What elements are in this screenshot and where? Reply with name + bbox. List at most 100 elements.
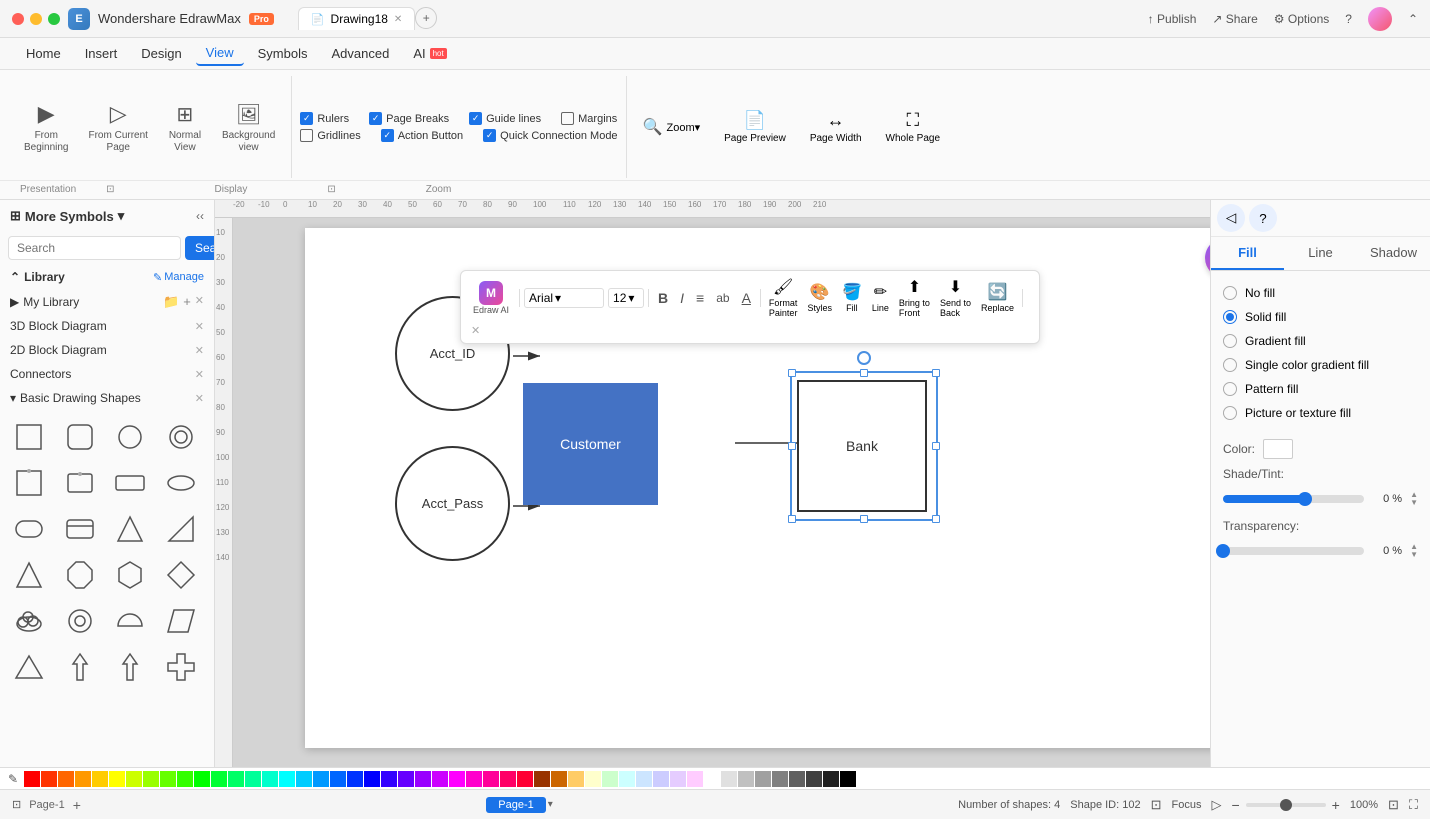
shade-spinner[interactable]: ▲ ▼ [1410,491,1418,507]
shape-stadium[interactable] [8,508,50,550]
color-swatch[interactable] [415,771,431,787]
font-size-selector[interactable]: 12 ▾ [608,288,644,308]
2d-block-close-icon[interactable]: ✕ [195,344,204,357]
connectors-section[interactable]: Connectors ✕ [0,362,214,386]
shape-triangle3[interactable] [8,646,50,688]
page-add-button[interactable]: + [73,797,81,813]
color-swatch[interactable] [143,771,159,787]
palette-edit-icon[interactable]: ✎ [8,772,18,786]
search-input[interactable] [8,236,181,260]
more-symbols-button[interactable]: ⊞ More Symbols ▾ [10,208,124,224]
solid-fill-option[interactable]: Solid fill [1223,305,1418,329]
close-dot[interactable] [12,13,24,25]
single-gradient-option[interactable]: Single color gradient fill [1223,353,1418,377]
play-icon[interactable]: ▷ [1211,797,1221,813]
shape-rect-rounded[interactable] [59,416,101,458]
drawing-tab[interactable]: 📄 Drawing18 ✕ [298,7,415,30]
active-page-tab[interactable]: Page-1 [486,797,545,813]
text-button[interactable]: ab [711,288,734,308]
color-swatch[interactable] [738,771,754,787]
color-swatch[interactable] [262,771,278,787]
quick-connection-checkbox[interactable]: ✓ Quick Connection Mode [483,129,617,142]
color-swatch[interactable] [75,771,91,787]
color-swatch[interactable] [823,771,839,787]
color-swatch[interactable] [347,771,363,787]
page-chevron[interactable]: ▾ [548,799,553,810]
tab-line[interactable]: Line [1284,237,1357,270]
color-swatch[interactable] [653,771,669,787]
shape-parallelogram[interactable] [160,600,202,642]
italic-button[interactable]: I [675,287,689,309]
color-swatch[interactable] [551,771,567,787]
fill-button[interactable]: 🪣 Fill [838,280,866,315]
color-swatch[interactable] [381,771,397,787]
shape-triangle[interactable] [109,508,151,550]
page-preview-button[interactable]: 📄 Page Preview [716,106,794,148]
color-swatch[interactable] [24,771,40,787]
color-swatch[interactable] [398,771,414,787]
color-swatch[interactable] [534,771,550,787]
shape-ring[interactable] [160,416,202,458]
color-swatch[interactable] [177,771,193,787]
shape-wide-rect[interactable] [109,462,151,504]
color-swatch[interactable] [296,771,312,787]
shape-circle[interactable] [109,416,151,458]
bank-shape[interactable]: Bank [797,380,927,512]
page-breaks-checkbox[interactable]: ✓ Page Breaks [369,112,449,125]
shape-oval-wide[interactable] [160,462,202,504]
shape-rect-tab[interactable] [59,508,101,550]
color-swatch[interactable] [517,771,533,787]
zoom-slider-thumb[interactable] [1280,799,1292,811]
replace-button[interactable]: 🔄 Replace [977,280,1018,315]
new-tab-button[interactable]: + [415,7,437,29]
color-swatch[interactable] [806,771,822,787]
customer-shape[interactable]: Customer [523,383,658,505]
zoom-button[interactable]: 🔍 Zoom▾ [635,113,709,141]
shape-semicircle[interactable] [109,600,151,642]
shape-triangle2[interactable] [8,554,50,596]
close-toolbar-icon[interactable]: ✕ [467,322,484,339]
add-icon[interactable]: + [183,294,191,310]
line-button[interactable]: ✏ Line [868,280,893,315]
color-swatch[interactable] [670,771,686,787]
guide-lines-checkbox[interactable]: ✓ Guide lines [469,112,541,125]
tab-shadow[interactable]: Shadow [1357,237,1430,270]
right-panel-help-button[interactable]: ? [1249,204,1277,232]
from-current-page-button[interactable]: ▷ From CurrentPage [80,96,155,158]
send-to-back-button[interactable]: ⬇ Send toBack [936,275,975,320]
color-swatch[interactable] [313,771,329,787]
shape-cross[interactable] [160,646,202,688]
sidebar-toggle-icon[interactable]: ⊡ [12,798,21,811]
gradient-fill-option[interactable]: Gradient fill [1223,329,1418,353]
bold-button[interactable]: B [653,287,673,309]
color-picker-box[interactable] [1263,439,1293,459]
collapse-button[interactable]: ⌃ [1408,12,1418,26]
color-swatch[interactable] [109,771,125,787]
color-swatch[interactable] [279,771,295,787]
whole-page-button[interactable]: ⛶ Whole Page [878,106,948,148]
color-swatch[interactable] [330,771,346,787]
color-swatch[interactable] [721,771,737,787]
action-button-checkbox[interactable]: ✓ Action Button [381,129,463,142]
tab-fill[interactable]: Fill [1211,237,1284,270]
color-swatch[interactable] [602,771,618,787]
color-swatch[interactable] [772,771,788,787]
page-width-button[interactable]: ↔ Page Width [802,106,870,148]
shape-circle-ring[interactable] [59,600,101,642]
minimize-dot[interactable] [30,13,42,25]
color-swatch[interactable] [211,771,227,787]
shape-octagon[interactable] [59,554,101,596]
menu-home[interactable]: Home [16,42,71,65]
shade-slider-track[interactable] [1223,495,1364,503]
connectors-close-icon[interactable]: ✕ [195,368,204,381]
library-title[interactable]: ⌃ Library [10,270,65,284]
color-swatch[interactable] [41,771,57,787]
color-swatch[interactable] [704,771,720,787]
share-button[interactable]: ↗ Share [1212,12,1257,26]
right-panel-collapse-button[interactable]: ◁ [1217,204,1245,232]
color-swatch[interactable] [568,771,584,787]
menu-advanced[interactable]: Advanced [321,42,399,65]
transparency-spinner[interactable]: ▲ ▼ [1410,543,1418,559]
align-button[interactable]: ≡ [691,287,709,309]
color-swatch[interactable] [483,771,499,787]
